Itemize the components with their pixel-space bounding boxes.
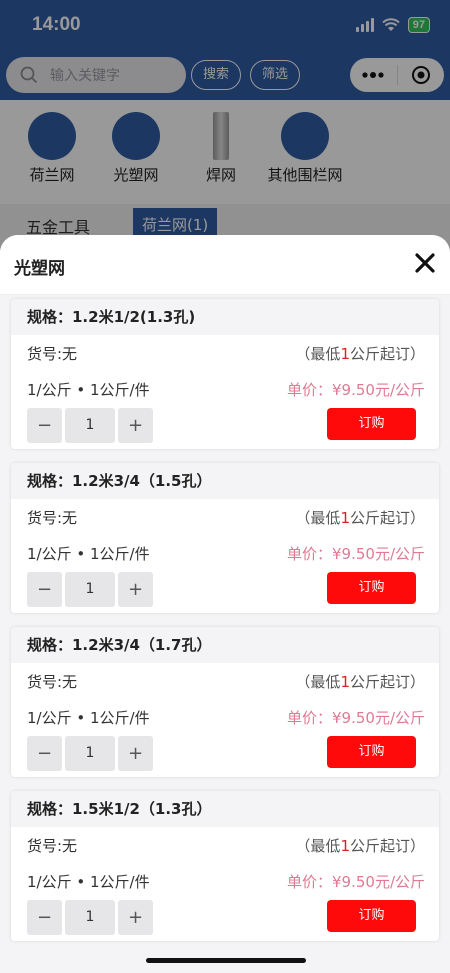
increment-button[interactable]: + [118, 736, 153, 771]
increment-button[interactable]: + [118, 408, 153, 443]
close-icon[interactable] [414, 252, 436, 274]
sku-text: 货号:无 [27, 509, 78, 527]
order-button[interactable]: 订购 [327, 572, 416, 604]
spec-card: 规格：1.2米3/4（1.5孔） 货号:无 （最低1公斤起订） 1/公斤 • 1… [11, 463, 439, 613]
sku-text: 货号:无 [27, 837, 78, 855]
spec-label: 规格：1.2米1/2(1.3孔) [11, 299, 439, 335]
order-button[interactable]: 订购 [327, 900, 416, 932]
spec-card: 规格：1.2米1/2(1.3孔) 货号:无 （最低1公斤起订） 1/公斤 • 1… [11, 299, 439, 449]
unit-text: 1/公斤 • 1公斤/件 [27, 545, 150, 563]
order-button[interactable]: 订购 [327, 736, 416, 768]
order-button[interactable]: 订购 [327, 408, 416, 440]
quantity-input[interactable]: 1 [65, 408, 115, 443]
sheet-header: 光塑网 [0, 235, 450, 295]
unit-text: 1/公斤 • 1公斤/件 [27, 873, 150, 891]
quantity-stepper: − 1 + [27, 900, 153, 935]
min-order-text: （最低1公斤起订） [295, 837, 425, 855]
spec-label: 规格：1.2米3/4（1.7孔） [11, 627, 439, 663]
quantity-input[interactable]: 1 [65, 736, 115, 771]
min-order-text: （最低1公斤起订） [295, 345, 425, 363]
min-order-text: （最低1公斤起订） [295, 673, 425, 691]
unit-text: 1/公斤 • 1公斤/件 [27, 709, 150, 727]
quantity-input[interactable]: 1 [65, 572, 115, 607]
spec-label: 规格：1.5米1/2（1.3孔） [11, 791, 439, 827]
min-order-text: （最低1公斤起订） [295, 509, 425, 527]
decrement-button[interactable]: − [27, 900, 62, 935]
quantity-input[interactable]: 1 [65, 900, 115, 935]
spec-label: 规格：1.2米3/4（1.5孔） [11, 463, 439, 499]
quantity-stepper: − 1 + [27, 408, 153, 443]
decrement-button[interactable]: − [27, 736, 62, 771]
quantity-stepper: − 1 + [27, 572, 153, 607]
spec-card: 规格：1.2米3/4（1.7孔） 货号:无 （最低1公斤起订） 1/公斤 • 1… [11, 627, 439, 777]
sheet-title: 光塑网 [14, 259, 65, 279]
sku-text: 货号:无 [27, 673, 78, 691]
decrement-button[interactable]: − [27, 408, 62, 443]
home-indicator [146, 958, 306, 963]
sku-text: 货号:无 [27, 345, 78, 363]
spec-card: 规格：1.5米1/2（1.3孔） 货号:无 （最低1公斤起订） 1/公斤 • 1… [11, 791, 439, 941]
unit-text: 1/公斤 • 1公斤/件 [27, 381, 150, 399]
unit-price: 单价：¥9.50元/公斤 [287, 709, 425, 727]
decrement-button[interactable]: − [27, 572, 62, 607]
spec-bottom-sheet: 光塑网 规格：1.2米1/2(1.3孔) 货号:无 （最低1公斤起订） 1/公斤… [0, 235, 450, 973]
increment-button[interactable]: + [118, 900, 153, 935]
quantity-stepper: − 1 + [27, 736, 153, 771]
spec-list: 规格：1.2米1/2(1.3孔) 货号:无 （最低1公斤起订） 1/公斤 • 1… [11, 299, 439, 955]
unit-price: 单价：¥9.50元/公斤 [287, 873, 425, 891]
increment-button[interactable]: + [118, 572, 153, 607]
unit-price: 单价：¥9.50元/公斤 [287, 381, 425, 399]
unit-price: 单价：¥9.50元/公斤 [287, 545, 425, 563]
